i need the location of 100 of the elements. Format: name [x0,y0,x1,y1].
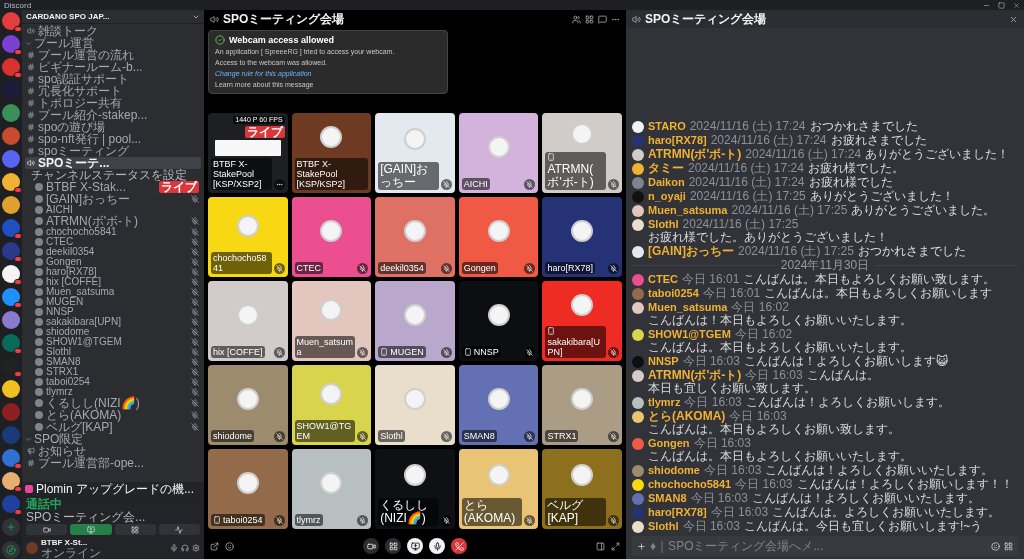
activity-button[interactable] [385,538,401,554]
user-avatar[interactable] [632,149,644,161]
user-avatar[interactable] [632,329,644,341]
user-avatar[interactable] [632,219,644,231]
author-name[interactable]: Slothl [648,520,679,533]
activity-button[interactable] [114,524,156,535]
author-name[interactable]: タミー [648,162,684,175]
user-avatar[interactable] [632,205,644,217]
more-button[interactable] [273,179,285,190]
close-icon[interactable] [1013,1,1020,9]
member-name[interactable]: [GAIN]おっちー [46,193,130,205]
server-icon[interactable] [2,173,20,191]
author-name[interactable]: Muen_satsuma [648,301,728,314]
member-name[interactable]: くるしし(NIZI🌈) [46,397,140,409]
author-name[interactable]: STARO [648,120,686,133]
author-name[interactable]: ATRMN(ボ'ボ-ト) [648,369,742,382]
author-name[interactable]: chochocho5841 [648,478,732,491]
member-name[interactable]: chochocho5841 [46,227,117,237]
member-name[interactable]: tlymrz [46,387,73,397]
channel-item[interactable]: 冗長化サポート [25,85,201,97]
channel-category[interactable]: プール運営 [34,37,94,49]
channel-item[interactable]: ビギナールーム-b... [25,61,201,73]
channel-status[interactable]: チャンネルステータスを設定 [25,169,201,181]
member-name[interactable]: ATRMN(ボ'ボ-ト) [46,215,139,227]
video-tile[interactable]: MUGEN [375,281,455,361]
video-tile[interactable]: deekil0354 [375,197,455,277]
author-name[interactable]: [GAIN]おっちー [648,245,734,258]
author-name[interactable]: ATRMN(ボ'ボ-ト) [648,148,742,161]
video-tile[interactable]: くるしし(NIZI🌈) [375,449,455,529]
video-tile[interactable]: haro[RX78] [542,197,622,277]
video-tile[interactable]: ベルグ[KAP] [542,449,622,529]
member-name[interactable]: taboi0254 [46,377,90,387]
maximize-icon[interactable] [998,1,1005,9]
channel-item[interactable]: SPOミーテ... [25,157,201,169]
voice-channel[interactable]: SPOミーティング会... [26,511,200,523]
video-tile[interactable]: SHOW1@TGEM [291,365,372,445]
member-name[interactable]: haro[RX78] [46,267,97,277]
screen-share-button[interactable] [407,538,423,554]
channel-item[interactable]: お知らせ [25,445,201,457]
author-name[interactable]: n_oyaji [648,190,686,203]
user-avatar[interactable] [632,121,644,133]
server-name[interactable]: CARDANO SPO JAP... [26,12,110,21]
member-name[interactable]: Gongen [46,257,82,267]
mic-button[interactable] [429,538,445,554]
channel-item[interactable]: トポロジー共有 [25,97,201,109]
member-name[interactable]: hix [COFFE] [46,277,101,287]
video-tile[interactable]: Muen_satsuma [291,281,372,361]
video-tile[interactable]: BTBF X-StakePool [KSP/KSP2] [291,113,372,193]
fullscreen-button[interactable] [611,541,620,551]
video-tile[interactable]: とら(AKOMA) [458,449,539,529]
user-avatar[interactable] [632,370,644,382]
author-name[interactable]: CTEC [648,273,678,286]
member-name[interactable]: とら(AKOMA) [46,409,122,421]
author-name[interactable]: shiodome [648,464,700,477]
channel-item[interactable]: 雑談トーク [25,25,201,37]
author-name[interactable]: Gongen [648,437,690,450]
explore-button[interactable] [2,541,20,559]
message-field[interactable]: ♦｜SPOミーティング会場へメ... [632,536,1018,556]
soundboard-button[interactable] [158,524,200,535]
server-icon[interactable] [2,196,20,214]
member-name[interactable]: CTEC [46,237,74,247]
author-name[interactable]: SMAN8 [648,492,687,505]
channel-item[interactable]: spo認証サポート [25,73,201,85]
add-server-button[interactable] [2,518,20,536]
members-button[interactable] [572,14,581,24]
author-name[interactable]: Slothl [648,218,679,231]
member-name[interactable]: STRX1 [46,367,79,377]
video-tile[interactable]: taboi0254 [208,449,288,529]
video-tile[interactable]: CTEC [291,197,372,277]
user-avatar[interactable] [632,246,644,258]
author-name[interactable]: SHOW1@TGEM [648,328,731,341]
member-name[interactable]: sakakibara[UPN] [46,317,122,327]
video-tile[interactable]: SMAN8 [458,365,539,445]
server-icon[interactable] [2,380,20,398]
headphones-button[interactable] [181,544,189,552]
panel-button[interactable] [596,541,605,551]
layout-button[interactable] [585,14,594,24]
video-tile[interactable]: [GAIN]おっちー [375,113,455,193]
hang-up-button[interactable] [451,538,467,554]
channel-item[interactable]: spo-nft発行 | pool... [25,133,201,145]
member-name[interactable]: AICHI [46,205,73,215]
user-avatar[interactable] [632,302,644,314]
member-name[interactable]: Slothl [46,347,71,357]
member-name[interactable]: SHOW1@TGEM [46,337,122,347]
video-tile[interactable]: AICHI [458,113,539,193]
author-name[interactable]: Daikon [648,176,685,189]
message-input[interactable]: ♦｜SPOミーティング会場へメ... [650,539,987,553]
video-tile[interactable]: ATRMN(ボ'ボ-ト) [542,113,622,193]
member-name[interactable]: NNSP [46,307,74,317]
author-name[interactable]: Muen_satsuma [648,204,728,217]
video-tile[interactable]: shiodome [208,365,288,445]
user-avatar[interactable] [632,411,644,423]
video-tile[interactable]: STRX1 [542,365,622,445]
user-avatar[interactable] [632,163,644,175]
channel-item[interactable]: プール運営の流れ [25,49,201,61]
server-icon[interactable] [2,265,20,283]
author-name[interactable]: taboi0254 [648,287,699,300]
member-name[interactable]: MUGEN [46,297,84,307]
video-tile[interactable]: Gongen [458,197,539,277]
chat-button[interactable] [598,14,607,24]
